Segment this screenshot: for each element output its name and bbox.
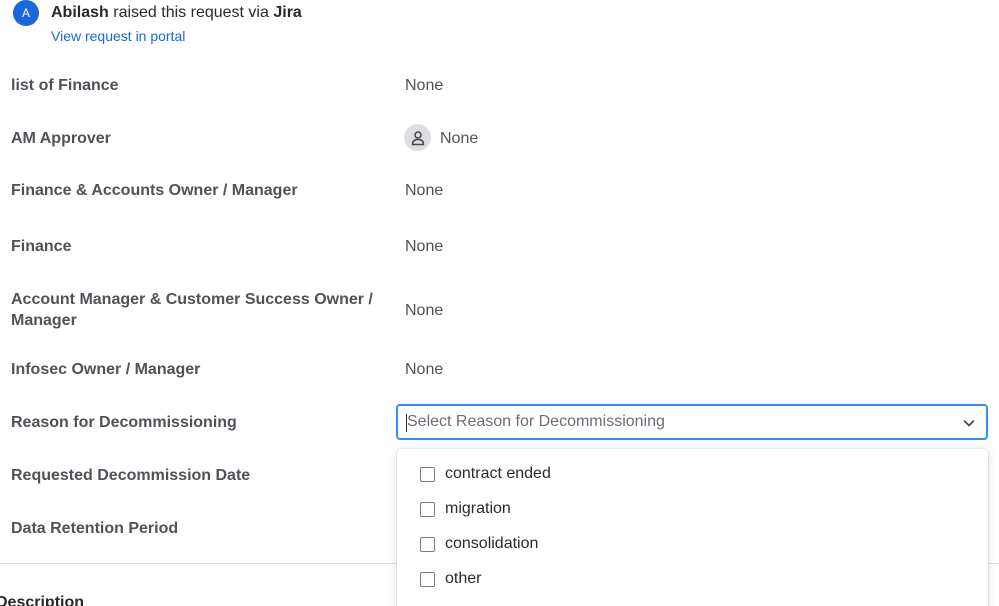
checkbox-icon[interactable]	[420, 467, 435, 482]
reason-dropdown-menu: contract ended migration consolidation o…	[397, 449, 988, 606]
reason-option[interactable]: consolidation	[397, 528, 988, 563]
reason-option[interactable]: other	[397, 563, 988, 598]
field-label-reason-for-decommissioning: Reason for Decommissioning	[11, 414, 237, 431]
field-value-am-approver[interactable]: None	[440, 128, 478, 149]
checkbox-icon[interactable]	[420, 572, 435, 587]
field-label-finance: Finance	[11, 238, 72, 255]
description-heading: Description	[0, 594, 85, 606]
reason-option-label: migration	[445, 500, 511, 517]
requester-avatar[interactable]: A	[13, 0, 39, 26]
reason-select-placeholder: Select Reason for Decommissioning	[407, 413, 665, 430]
field-value-infosec-owner[interactable]: None	[405, 359, 443, 380]
view-in-portal-link[interactable]: View request in portal	[51, 28, 185, 44]
request-channel: Jira	[273, 4, 302, 21]
field-label-account-manager-cs-owner: Account Manager & Customer Success Owner…	[11, 291, 373, 329]
field-label-finance-accounts-owner: Finance & Accounts Owner / Manager	[11, 182, 298, 199]
raised-via-text: raised this request via	[113, 4, 269, 21]
field-value-finance-accounts-owner[interactable]: None	[405, 180, 443, 201]
field-label-am-approver: AM Approver	[11, 130, 111, 147]
field-label-requested-decommission-date: Requested Decommission Date	[11, 467, 251, 484]
reason-option-label: contract ended	[445, 465, 551, 482]
raised-by-text: Abilash raised this request via Jira	[51, 4, 302, 22]
field-label-infosec-owner: Infosec Owner / Manager	[11, 361, 201, 378]
reason-option-label: other	[445, 570, 482, 587]
field-label-list-of-finance: list of Finance	[11, 77, 119, 94]
reason-option[interactable]: contract ended	[397, 458, 988, 493]
field-value-list-of-finance[interactable]: None	[405, 75, 443, 96]
user-avatar-icon	[404, 124, 431, 151]
checkbox-icon[interactable]	[420, 502, 435, 517]
avatar-initial: A	[21, 6, 30, 20]
field-label-data-retention-period: Data Retention Period	[11, 520, 179, 537]
checkbox-icon[interactable]	[420, 537, 435, 552]
field-value-account-manager-cs-owner[interactable]: None	[405, 300, 443, 321]
reason-option[interactable]: migration	[397, 493, 988, 528]
reason-option-label: consolidation	[445, 535, 539, 552]
reason-select[interactable]: Select Reason for Decommissioning	[396, 404, 988, 440]
requester-name: Abilash	[51, 4, 109, 21]
chevron-down-icon[interactable]	[962, 416, 976, 430]
field-value-finance[interactable]: None	[405, 236, 443, 257]
